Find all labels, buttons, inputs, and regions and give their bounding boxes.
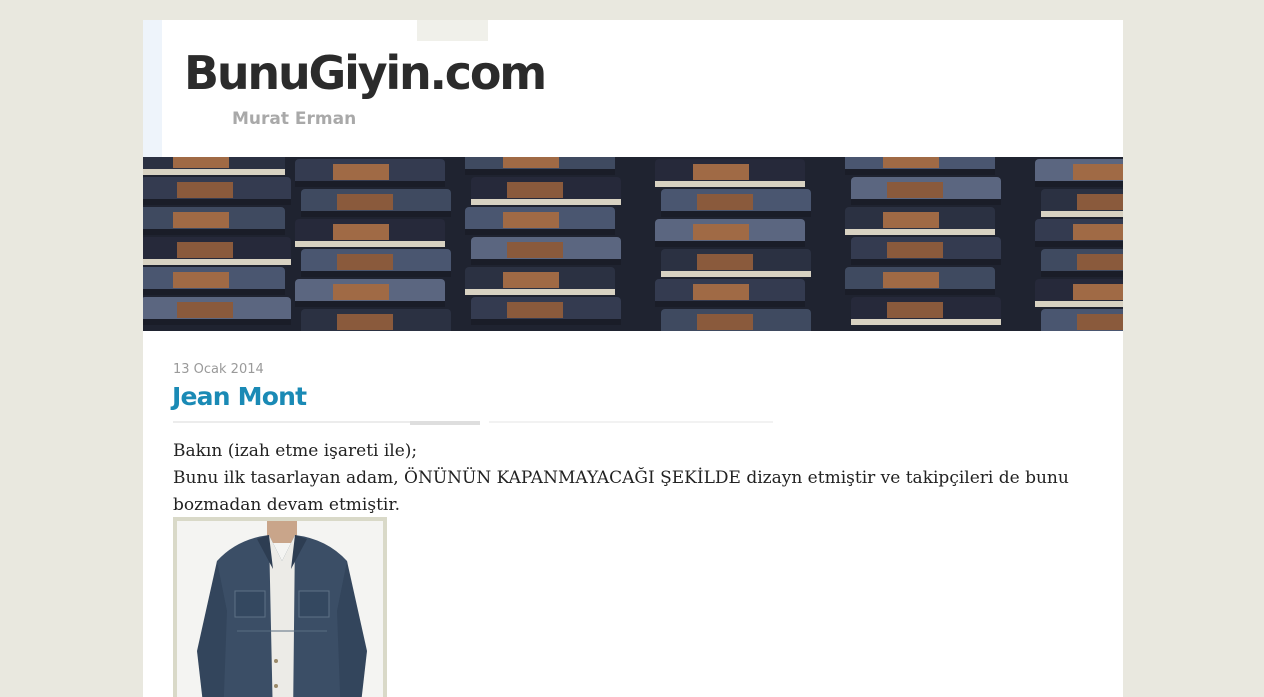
header-banner-image [143, 157, 1123, 331]
post-paragraph: Bakın (izah etme işareti ile); [173, 441, 418, 461]
title-divider [173, 421, 773, 425]
denim-jacket-photo[interactable] [173, 517, 387, 697]
page-container: BunuGiyin.com Murat Erman 13 Ocak 2014 J… [143, 20, 1123, 697]
site-subtitle: Murat Erman [232, 109, 357, 129]
left-accent-strip [143, 20, 162, 157]
post-date: 13 Ocak 2014 [173, 362, 264, 377]
post-body: Bakın (izah etme işareti ile); Bunu ilk … [173, 438, 1113, 519]
top-tab [417, 20, 488, 41]
post-title[interactable]: Jean Mont [172, 382, 307, 411]
site-title[interactable]: BunuGiyin.com [184, 50, 547, 96]
post-paragraph: Bunu ilk tasarlayan adam, ÖNÜNÜN KAPANMA… [173, 468, 1069, 515]
